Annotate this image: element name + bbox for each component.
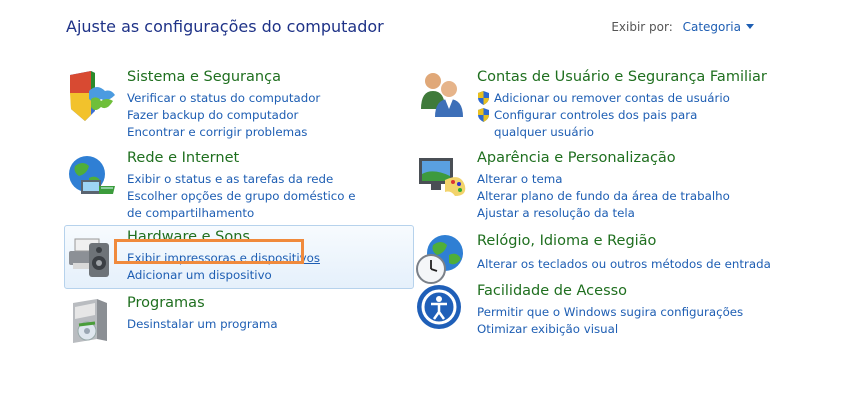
shield-flag-icon [65, 69, 119, 123]
programs-box-icon [65, 295, 119, 349]
link-change-keyboards[interactable]: Alterar os teclados ou outros métodos de… [477, 256, 771, 273]
link-homegroup-options[interactable]: Escolher opções de grupo doméstico e de … [127, 188, 367, 222]
accessibility-icon [415, 283, 469, 337]
category-title-appearance[interactable]: Aparência e Personalização [477, 150, 676, 166]
link-add-remove-accounts-label: Adicionar ou remover contas de usuário [494, 91, 730, 105]
category-title-programs[interactable]: Programas [127, 295, 205, 311]
category-title-user-accounts[interactable]: Contas de Usuário e Segurança Familiar [477, 69, 767, 85]
monitor-palette-icon [415, 150, 469, 204]
category-title-hardware-sound[interactable]: Hardware e Sons [127, 229, 250, 245]
link-add-remove-accounts[interactable]: Adicionar ou remover contas de usuário [477, 90, 737, 107]
link-check-status[interactable]: Verificar o status do computador [127, 90, 320, 107]
users-icon [415, 69, 469, 123]
view-by-value: Categoria [682, 20, 741, 34]
link-uninstall-program[interactable]: Desinstalar um programa [127, 316, 278, 333]
clock-globe-icon [415, 233, 469, 287]
link-change-theme[interactable]: Alterar o tema [477, 171, 730, 188]
view-by-control: Exibir por: Categoria [611, 20, 754, 34]
network-globe-icon [65, 150, 119, 204]
view-by-label: Exibir por: [611, 20, 673, 34]
uac-shield-icon [478, 108, 489, 122]
link-parental-controls-label: Configurar controles dos pais para qualq… [494, 108, 698, 139]
link-change-background[interactable]: Alterar plano de fundo da área de trabal… [477, 188, 730, 205]
printer-speaker-icon [65, 229, 119, 283]
link-windows-suggest[interactable]: Permitir que o Windows sugira configuraç… [477, 304, 743, 321]
category-title-network-internet[interactable]: Rede e Internet [127, 150, 239, 166]
category-title-ease-of-access[interactable]: Facilidade de Acesso [477, 283, 627, 299]
link-view-printers-devices[interactable]: Exibir impressoras e dispositivos [127, 250, 320, 267]
chevron-down-icon [746, 24, 754, 29]
link-adjust-resolution[interactable]: Ajustar a resolução da tela [477, 205, 730, 222]
link-optimize-display[interactable]: Otimizar exibição visual [477, 321, 743, 338]
link-add-device[interactable]: Adicionar um dispositivo [127, 267, 320, 284]
category-title-clock-language[interactable]: Relógio, Idioma e Região [477, 233, 656, 249]
link-find-fix-problems[interactable]: Encontrar e corrigir problemas [127, 124, 320, 141]
link-backup[interactable]: Fazer backup do computador [127, 107, 320, 124]
category-title-system-security[interactable]: Sistema e Segurança [127, 69, 281, 85]
view-by-dropdown[interactable]: Categoria [683, 20, 754, 34]
link-parental-controls[interactable]: Configurar controles dos pais para qualq… [477, 107, 737, 141]
link-network-status[interactable]: Exibir o status e as tarefas da rede [127, 171, 367, 188]
uac-shield-icon [478, 91, 489, 105]
page-title: Ajuste as configurações do computador [66, 17, 384, 36]
